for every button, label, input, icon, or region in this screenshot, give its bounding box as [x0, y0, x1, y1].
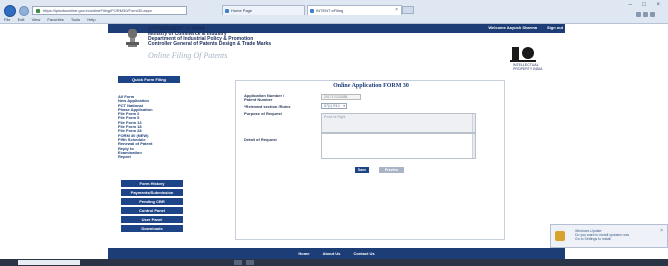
notification-popup[interactable]: Windows Update Do you want to install up…	[550, 224, 668, 248]
control-panel-button[interactable]: Control Panel	[121, 207, 183, 214]
browser-icons	[634, 12, 664, 18]
tab-label: INTENT eFiling	[316, 8, 344, 13]
scrollbar[interactable]	[472, 134, 475, 158]
notification-icon	[555, 231, 565, 241]
pending-cbr-button[interactable]: Pending CBR	[121, 198, 183, 205]
detail-textarea[interactable]	[321, 133, 476, 159]
national-emblem-icon	[126, 29, 139, 47]
preview-button[interactable]: Preview	[379, 167, 404, 173]
site-header: Welcome Aayush Sharma Sign out GOVERNMEN…	[108, 24, 565, 74]
purpose-label: Purpose of Request	[244, 111, 282, 116]
menu-favorites[interactable]: Favorites	[47, 17, 63, 22]
taskbar-search[interactable]	[18, 260, 80, 265]
signout-link[interactable]: Sign out	[547, 25, 563, 30]
purpose-value: Proof of Right	[324, 115, 346, 119]
quick-form-filing-button[interactable]: Quick Form Filing	[118, 76, 180, 83]
footer-about-link[interactable]: About Us	[323, 251, 341, 256]
gov-heading: GOVERNMENT of INDIA Ministry of Commerce…	[148, 27, 271, 47]
forward-button[interactable]	[19, 6, 29, 16]
menu-bar: File Edit View Favorites Tools Help	[0, 16, 102, 24]
tab-label: Home Page	[231, 8, 253, 13]
form-panel: Online Application FORM 30 Application N…	[235, 80, 505, 240]
payments-submission-button[interactable]: Payments/Submission	[121, 189, 183, 196]
scrollbar[interactable]	[472, 114, 475, 132]
page-icon	[225, 9, 229, 13]
gov-line: Controller General of Patents Design & T…	[148, 41, 272, 47]
menu-file[interactable]: File	[4, 17, 10, 22]
close-icon[interactable]: ×	[660, 228, 663, 234]
menu-view[interactable]: View	[32, 17, 41, 22]
new-tab-button[interactable]	[402, 6, 414, 14]
notification-text: Windows Update Do you want to install up…	[575, 229, 629, 241]
footer-home-link[interactable]: Home	[298, 251, 309, 256]
detail-label: Detail of Request	[244, 137, 277, 142]
maximize-icon[interactable]: □	[642, 2, 646, 8]
ip-india-text: INTELLECTUAL PROPERTY INDIA	[513, 63, 542, 71]
sidebar-links: All Form New Application PCT National Ph…	[118, 94, 180, 160]
app-number-field[interactable]: 201717024388	[321, 94, 361, 100]
menu-edit[interactable]: Edit	[18, 17, 25, 22]
notification-line: Go to Settings to install	[575, 237, 611, 241]
star-icon[interactable]	[643, 12, 648, 17]
footer-contact-link[interactable]: Contact Us	[354, 251, 375, 256]
address-bar[interactable]: https://ipindiaonline.gov.in/onlineFilin…	[32, 6, 187, 15]
save-button[interactable]: Save	[355, 167, 369, 173]
menu-help[interactable]: Help	[87, 17, 95, 22]
footer: Home About Us Contact Us	[108, 248, 565, 259]
form-history-button[interactable]: Form History	[121, 180, 183, 187]
close-icon[interactable]: ×	[395, 6, 398, 15]
sidebar: Quick Form Filing All Form New Applicati…	[108, 74, 223, 242]
downloads-button[interactable]: Downloads	[121, 225, 183, 232]
close-window-icon[interactable]: ×	[656, 2, 660, 8]
gear-icon[interactable]	[650, 12, 655, 17]
form-title: Online Application FORM 30	[333, 83, 409, 89]
chevron-down-icon: ▾	[343, 104, 345, 108]
ip-line: PROPERTY INDIA	[513, 67, 543, 71]
tab-efiling[interactable]: INTENT eFiling ×	[307, 5, 402, 15]
welcome-text: Welcome Aayush Sharma	[488, 25, 537, 30]
home-icon[interactable]	[636, 12, 641, 17]
app-number-label: Application Number / Patent Number	[244, 93, 285, 102]
minimize-icon[interactable]: –	[629, 2, 632, 8]
taskbar	[0, 259, 668, 266]
sidebar-item-reply-exam[interactable]: Reply to Examination Report	[118, 146, 154, 160]
browser-toolbar: https://ipindiaonline.gov.in/onlineFilin…	[0, 0, 668, 24]
purpose-field[interactable]: Proof of Right	[321, 113, 476, 133]
user-panel-button[interactable]: User Panel	[121, 216, 183, 223]
section-select[interactable]: 57(1) R10 ▾	[321, 103, 347, 109]
section-label: *Relevant section /Rules	[244, 104, 291, 109]
taskbar-app-icon[interactable]	[246, 260, 254, 265]
secure-icon	[36, 9, 40, 13]
menu-tools[interactable]: Tools	[71, 17, 80, 22]
tab-home-page[interactable]: Home Page	[222, 5, 305, 15]
online-filing-title: Online Filing Of Patents	[148, 51, 228, 60]
section-value: 57(1) R10	[324, 104, 340, 108]
taskbar-app-icon[interactable]	[234, 260, 242, 265]
page-icon	[310, 9, 314, 13]
